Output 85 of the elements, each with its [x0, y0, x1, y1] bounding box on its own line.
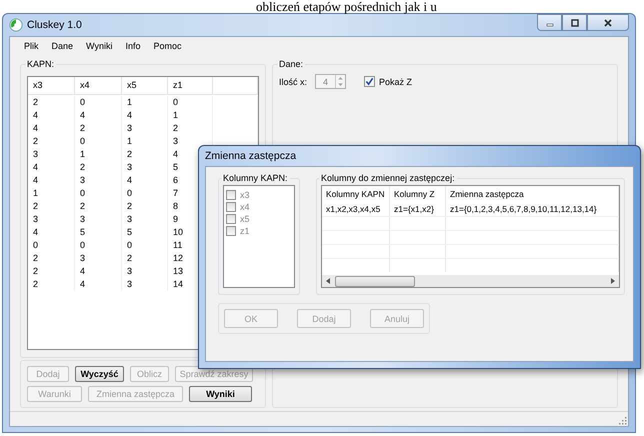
table-cell: 4: [28, 161, 75, 174]
close-button[interactable]: [587, 14, 629, 31]
maximize-button[interactable]: [562, 14, 587, 31]
table-cell: 3: [75, 174, 122, 187]
table-cell: 3: [75, 213, 122, 226]
table-cell: 4: [28, 226, 75, 239]
table-cell: 2: [28, 252, 75, 265]
table-cell: 2: [28, 278, 75, 291]
scroll-left-icon: [325, 277, 331, 285]
group-label: Dane:: [278, 59, 304, 69]
table-cell: 2: [75, 161, 122, 174]
table-cell: 4: [122, 109, 168, 122]
table-cell: 2: [122, 200, 168, 213]
table-cell: 2: [168, 122, 213, 135]
table-cell: 3: [122, 161, 168, 174]
column-header[interactable]: Kolumny KAPN: [322, 186, 390, 203]
table-cell: 0: [75, 187, 122, 200]
table-cell: 0: [75, 239, 122, 252]
column-header[interactable]: z1: [168, 77, 213, 95]
table-cell: 4: [28, 122, 75, 135]
table-cell: 2: [75, 122, 122, 135]
window-title: Cluskey 1.0: [27, 19, 82, 31]
app-logo-icon: [9, 18, 23, 32]
group-label: Kolumny do zmiennej zastępczej:: [320, 173, 456, 183]
column-header[interactable]: Kolumny Z: [390, 186, 446, 203]
menu-item[interactable]: Pomoc: [147, 39, 188, 53]
show-z-checkbox[interactable]: Pokaż Z: [364, 76, 412, 87]
menu-item[interactable]: Dane: [46, 39, 80, 53]
spin-arrows-icon: [335, 75, 346, 88]
checkmark-icon: [365, 77, 374, 86]
close-icon: [603, 18, 613, 26]
table-cell: 3: [75, 252, 122, 265]
table-cell: 0: [28, 239, 75, 252]
table-cell: 4: [122, 174, 168, 187]
table-cell: 0: [122, 239, 168, 252]
count-label: Ilość x:: [279, 76, 308, 86]
action-button[interactable]: Wyczyść: [75, 366, 124, 382]
resize-grip-icon: [617, 415, 627, 425]
action-button[interactable]: Wyniki: [189, 386, 252, 402]
group-label: KAPN:: [26, 59, 56, 69]
table-cell: z1={x1,x2}: [390, 203, 446, 216]
table-cell: 2: [28, 200, 75, 213]
table-cell: 3: [28, 148, 75, 161]
table-cell: 2: [122, 148, 168, 161]
table-cell: 5: [122, 226, 168, 239]
table-cell: 0: [75, 135, 122, 148]
table-cell: 2: [28, 265, 75, 278]
table-cell: 1: [28, 187, 75, 200]
group-label: Kolumny KAPN:: [222, 173, 289, 183]
table-cell: 2: [28, 96, 75, 109]
table-cell: 4: [75, 278, 122, 291]
table-cell: 2: [28, 135, 75, 148]
scroll-thumb[interactable]: [335, 276, 415, 286]
table-cell: 1: [168, 109, 213, 122]
column-header[interactable]: x5: [122, 77, 168, 95]
table-cell: 1: [122, 135, 168, 148]
column-header[interactable]: x4: [75, 77, 122, 95]
maximize-icon: [570, 18, 580, 26]
table-cell: 3: [122, 278, 168, 291]
table-cell: 0: [75, 96, 122, 109]
table-cell: 3: [122, 213, 168, 226]
table-cell: 2: [75, 200, 122, 213]
table-cell: 4: [75, 265, 122, 278]
table-cell: 3: [28, 213, 75, 226]
table-cell: 2: [122, 252, 168, 265]
horizontal-scrollbar[interactable]: [322, 275, 619, 287]
table-cell: z1={0,1,2,3,4,5,6,7,8,9,10,11,12,13,14}: [446, 203, 619, 216]
table-cell: 0: [122, 187, 168, 200]
scroll-right-icon: [610, 277, 616, 285]
table-cell: x1,x2,x3,x4,x5: [322, 203, 390, 216]
menu-item[interactable]: Plik: [18, 39, 46, 53]
table-cell: 3: [122, 122, 168, 135]
table-cell: 0: [168, 96, 213, 109]
column-header[interactable]: x3: [28, 77, 75, 95]
table-cell: 4: [28, 109, 75, 122]
menu-item[interactable]: Info: [119, 39, 148, 53]
table-cell: 3: [122, 265, 168, 278]
column-header[interactable]: Zmienna zastępcza: [446, 186, 619, 203]
table-cell: 4: [28, 174, 75, 187]
document-text: obliczeń etapów pośrednich jak i u: [255, 0, 438, 13]
table-cell: 4: [75, 109, 122, 122]
menu-item[interactable]: Wyniki: [80, 39, 120, 53]
table-cell: 5: [75, 226, 122, 239]
table-cell: 1: [122, 96, 168, 109]
table-cell: 1: [75, 148, 122, 161]
